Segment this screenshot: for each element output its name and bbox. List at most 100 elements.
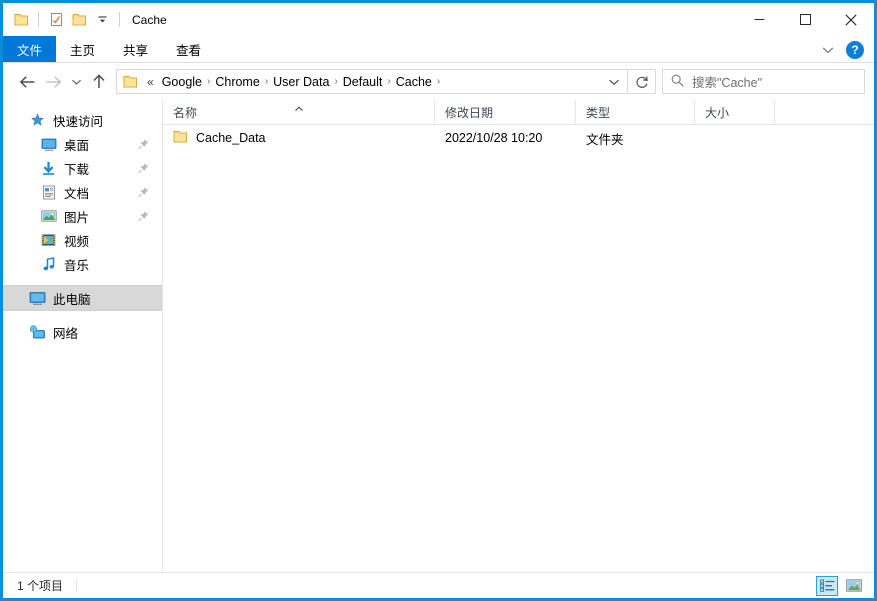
- folder-icon[interactable]: [12, 11, 30, 29]
- sidebar-label: 快速访问: [53, 114, 104, 129]
- ribbon-tabs: 文件 主页 共享 查看 ?: [3, 36, 874, 63]
- breadcrumb-item-cache[interactable]: Cache: [392, 75, 436, 89]
- forward-button[interactable]: [40, 69, 66, 95]
- breadcrumb-overflow[interactable]: «: [143, 75, 158, 89]
- properties-icon[interactable]: [47, 11, 65, 29]
- tab-file[interactable]: 文件: [3, 36, 57, 62]
- desktop-icon: [40, 136, 57, 153]
- column-header-name[interactable]: 名称: [163, 100, 435, 124]
- sidebar-item-downloads[interactable]: 下载: [3, 156, 162, 180]
- sidebar-item-documents[interactable]: 文档: [3, 180, 162, 204]
- folder-icon: [173, 130, 188, 147]
- search-placeholder: 搜索"Cache": [692, 76, 763, 90]
- sidebar-item-quick-access[interactable]: 快速访问: [3, 108, 162, 132]
- sort-ascending-icon: [294, 101, 303, 112]
- sidebar-label: 文档: [64, 186, 90, 201]
- window-title: Cache: [132, 12, 167, 27]
- this-pc-icon: [29, 290, 46, 307]
- tab-home[interactable]: 主页: [56, 36, 109, 62]
- sidebar-label: 桌面: [64, 138, 90, 153]
- chevron-down-icon[interactable]: [818, 40, 838, 60]
- pin-icon[interactable]: [138, 139, 149, 150]
- search-input[interactable]: 搜索"Cache": [662, 69, 865, 94]
- column-header-label: 类型: [586, 105, 611, 120]
- sidebar-item-music[interactable]: 音乐: [3, 252, 162, 276]
- customize-dropdown-icon[interactable]: [93, 11, 111, 29]
- sidebar-item-desktop[interactable]: 桌面: [3, 132, 162, 156]
- search-icon: [671, 74, 684, 90]
- pin-icon[interactable]: [138, 211, 149, 222]
- quick-access-toolbar: [3, 3, 123, 36]
- table-row[interactable]: Cache_Data 2022/10/28 10:20 文件夹: [163, 127, 874, 149]
- status-separator: [76, 578, 78, 593]
- cell-type: 文件夹: [586, 132, 624, 147]
- breadcrumb-item-user-data[interactable]: User Data: [269, 75, 333, 89]
- large-icons-view-button[interactable]: [843, 576, 865, 596]
- breadcrumb-history-dropdown-icon[interactable]: [603, 70, 625, 93]
- column-header-size[interactable]: 大小: [695, 100, 775, 124]
- up-button[interactable]: [86, 69, 112, 95]
- minimize-button[interactable]: [736, 3, 782, 36]
- cell-date: 2022/10/28 10:20: [445, 131, 543, 145]
- sidebar-item-network[interactable]: 网络: [3, 320, 162, 344]
- column-header-label: 大小: [705, 105, 730, 120]
- back-button[interactable]: [14, 69, 40, 95]
- explorer-window: Cache 文件 主页 共享 查看 ? « Google › Chrome › …: [0, 0, 877, 601]
- column-header-filler: [775, 100, 874, 124]
- status-bar: 1 个项目: [3, 572, 874, 598]
- file-list-pane: 名称 修改日期 类型 大小 Cache_Data 2022/10/28 10:2…: [163, 100, 874, 572]
- sidebar-label: 视频: [64, 234, 90, 249]
- sidebar-label: 音乐: [64, 258, 90, 273]
- window-controls: [736, 3, 874, 36]
- help-icon[interactable]: ?: [846, 40, 864, 59]
- documents-icon: [40, 184, 57, 201]
- breadcrumb-separator-icon[interactable]: ›: [436, 76, 441, 87]
- column-header-date[interactable]: 修改日期: [435, 100, 576, 124]
- toolbar-separator-2: [119, 12, 120, 27]
- ribbon-right-controls: ?: [818, 36, 870, 63]
- column-header-label: 修改日期: [445, 105, 494, 120]
- title-bar: Cache: [3, 3, 874, 36]
- sidebar-label: 此电脑: [53, 292, 91, 307]
- new-folder-icon[interactable]: [70, 11, 88, 29]
- maximize-button[interactable]: [782, 3, 828, 36]
- details-view-button[interactable]: [816, 575, 838, 596]
- explorer-body: 快速访问 桌面 下载 文档 图片 视频 音乐 此电脑 网络 名称 修改日期 类型…: [3, 100, 874, 572]
- sidebar-item-pictures[interactable]: 图片: [3, 204, 162, 228]
- file-list: Cache_Data 2022/10/28 10:20 文件夹: [163, 125, 874, 572]
- sidebar-label: 下载: [64, 162, 90, 177]
- recent-locations-button[interactable]: [66, 69, 86, 95]
- pin-icon[interactable]: [138, 163, 149, 174]
- breadcrumb-item-google[interactable]: Google: [158, 75, 206, 89]
- pin-star-icon: [29, 112, 46, 129]
- cell-name: Cache_Data: [163, 130, 435, 147]
- address-bar: « Google › Chrome › User Data › Default …: [3, 63, 874, 100]
- videos-icon: [40, 232, 57, 249]
- refresh-button[interactable]: [628, 69, 656, 94]
- file-name: Cache_Data: [196, 131, 266, 145]
- item-count-label: 1 个项目: [17, 579, 64, 593]
- sidebar-item-videos[interactable]: 视频: [3, 228, 162, 252]
- toolbar-separator-1: [38, 12, 39, 27]
- breadcrumb[interactable]: « Google › Chrome › User Data › Default …: [116, 69, 628, 94]
- network-icon: [29, 324, 46, 341]
- column-header-label: 名称: [173, 105, 198, 120]
- sidebar-label: 图片: [64, 210, 90, 225]
- column-header-type[interactable]: 类型: [576, 100, 695, 124]
- breadcrumb-item-default[interactable]: Default: [339, 75, 387, 89]
- breadcrumb-folder-icon: [123, 75, 138, 89]
- music-icon: [40, 256, 57, 273]
- breadcrumb-item-chrome[interactable]: Chrome: [211, 75, 263, 89]
- view-mode-buttons: [816, 575, 865, 596]
- sidebar-label: 网络: [53, 326, 79, 341]
- pin-icon[interactable]: [138, 187, 149, 198]
- tab-share[interactable]: 共享: [109, 36, 162, 62]
- close-button[interactable]: [828, 3, 874, 36]
- download-icon: [40, 160, 57, 177]
- pictures-icon: [40, 208, 57, 225]
- column-headers: 名称 修改日期 类型 大小: [163, 100, 874, 125]
- sidebar-item-this-pc[interactable]: 此电脑: [3, 285, 162, 311]
- tab-view[interactable]: 查看: [162, 36, 215, 62]
